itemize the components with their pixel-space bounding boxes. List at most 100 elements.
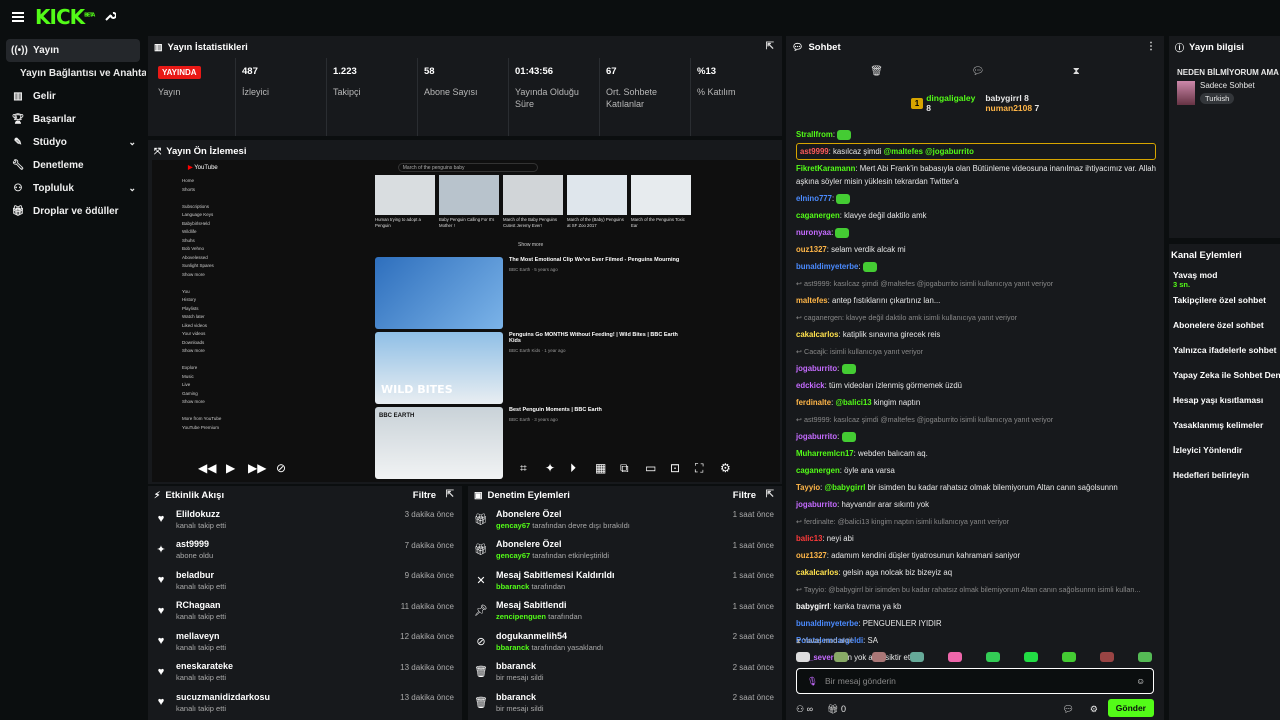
emote-icon[interactable] <box>910 652 924 662</box>
emote-icon[interactable] <box>1100 652 1114 662</box>
chat-message[interactable]: ferdinalte: @balici13 kingim naptın <box>796 394 1156 411</box>
mic-icon[interactable]: 🎙︎ <box>807 676 818 687</box>
chat-username[interactable]: Tayyio <box>796 483 820 492</box>
chat-message[interactable]: caganergen: öyle ana varsa <box>796 462 1156 479</box>
chapters-icon[interactable]: ▦ <box>595 461 606 475</box>
filter-button[interactable]: Filtre <box>413 490 436 501</box>
chat-message[interactable]: FikretKaramann: Mert Abi Frank'in babası… <box>796 160 1156 190</box>
chat-username[interactable]: bunaldimyeterbe <box>796 262 858 271</box>
more-icon[interactable]: ⋮ <box>1146 41 1156 52</box>
chat-username[interactable]: maltefes <box>796 296 828 305</box>
chat-reply-context[interactable]: ↩ Tayyio: @babygirrl bir isimden bu kada… <box>796 581 1156 598</box>
chat-reply-context[interactable]: ↩ ast9999: kasılcaz şimdi @maltefes @jog… <box>796 411 1156 428</box>
chat-message[interactable]: Strallfrom: <box>796 126 1156 143</box>
chat-message[interactable]: ouz1327: selam verdik alcak mi <box>796 241 1156 258</box>
sidebar-item-basarilar[interactable]: 🏆︎ Başarılar <box>6 108 140 131</box>
chat-username[interactable]: FikretKaramann <box>796 164 855 173</box>
emote-icon[interactable] <box>834 652 848 662</box>
channel-action-item[interactable]: İzleyici Yönlendir <box>1169 445 1280 470</box>
activity-row[interactable]: ♥ RChagaan kanalı takip etti 11 dakika ö… <box>148 596 462 627</box>
chat-message[interactable]: jogaburrito: hayvandır arar sıkıntı yok <box>796 496 1156 513</box>
chat-message[interactable]: ouz1327: adamım kendini düşler tiyatrosu… <box>796 547 1156 564</box>
chat-username[interactable]: cakalcarlos <box>796 330 838 339</box>
emote-icon[interactable] <box>1062 652 1076 662</box>
emote-icon[interactable] <box>796 652 810 662</box>
sidebar-item-topluluk[interactable]: ⚇ Topluluk ⌄ <box>6 177 140 200</box>
chat-username[interactable]: ouz1327 <box>796 551 827 560</box>
wrench-icon[interactable] <box>104 10 118 25</box>
channel-action-item[interactable]: Takipçilere özel sohbet <box>1169 295 1280 320</box>
chat-username[interactable]: ast9999 <box>800 147 829 156</box>
menu-icon[interactable] <box>12 12 24 22</box>
emote-icon[interactable] <box>1138 652 1152 662</box>
sidebar-item-denetleme[interactable]: 🔧︎ Denetleme <box>6 154 140 177</box>
activity-row[interactable]: ✦ ast9999 abone oldu 7 dakika önce <box>148 535 462 566</box>
chat-bubble-icon[interactable]: 💬︎ <box>971 66 984 77</box>
emoji-icon[interactable]: ☺ <box>1136 676 1145 686</box>
play-icon[interactable]: ▶ <box>226 461 235 475</box>
fullscreen-icon[interactable]: ⛶ <box>695 461 703 476</box>
chat-message[interactable]: bunaldimyeterbe: <box>796 258 1156 275</box>
chat-message[interactable]: cakalcarlos: katiplik sınavına girecek r… <box>796 326 1156 343</box>
channel-action-item[interactable]: Hedefleri belirleyin <box>1169 470 1280 495</box>
sidebar-item-yayin[interactable]: ((•)) Yayın <box>6 39 140 62</box>
miniplayer-icon[interactable]: ⧉ <box>620 461 629 476</box>
chat-message[interactable]: bunaldimyeterbe: PENGUENLER IYIDIR <box>796 615 1156 632</box>
play-circle-icon[interactable]: ⏵ <box>570 461 576 476</box>
popout-icon[interactable]: ⇱ <box>766 41 774 52</box>
chat-username[interactable]: ouz1327 <box>796 245 827 254</box>
chat-message[interactable]: caganergen: klavye değil daktilo amk <box>796 207 1156 224</box>
moderation-row[interactable]: 🗑︎ bbaranck bir mesajı sildi 2 saat önce <box>468 657 782 688</box>
rewind-icon[interactable]: ◀◀ <box>198 461 216 475</box>
channel-action-item[interactable]: Yalnızca ifadelerle sohbet <box>1169 345 1280 370</box>
chat-username[interactable]: elnino777 <box>796 194 832 203</box>
popout-icon[interactable]: ⇱ <box>766 489 774 500</box>
moderation-row[interactable]: ✕ Mesaj Sabitlemesi Kaldırıldı bbaranck … <box>468 565 782 596</box>
emote-icon[interactable] <box>1024 652 1038 662</box>
forward-icon[interactable]: ▶▶ <box>248 461 266 475</box>
chat-message[interactable]: maltefes: antep fıstıklarını çıkartınız … <box>796 292 1156 309</box>
chat-username[interactable]: caganergen <box>796 211 840 220</box>
emote-icon[interactable] <box>948 652 962 662</box>
chat-reply-context[interactable]: ↩ ast9999: kasılcaz şimdi @maltefes @jog… <box>796 275 1156 292</box>
chat-message[interactable]: balic13: neyi abi <box>796 530 1156 547</box>
chat-message[interactable]: cakalcarlos: gelsin aga nolcak biz bizey… <box>796 564 1156 581</box>
chat-username[interactable]: jogaburrito <box>796 364 837 373</box>
popout-icon[interactable]: ⇱ <box>446 489 454 500</box>
chat-username[interactable]: nuronyaa <box>796 228 831 237</box>
activity-row[interactable]: ♥ beladbur kanalı takip etti 9 dakika ön… <box>148 565 462 596</box>
moderation-row[interactable]: 🎁︎ Abonelere Özel gencay67 tarafından de… <box>468 504 782 535</box>
sidebar-item-droplar[interactable]: 🎁︎ Droplar ve ödüller <box>6 200 140 223</box>
chat-message[interactable]: ast9999: kasılcaz şimdi @maltefes @jogab… <box>796 143 1156 160</box>
sidebar-item-studyo[interactable]: ✎ Stüdyo ⌄ <box>6 131 140 154</box>
emote-icon[interactable] <box>986 652 1000 662</box>
send-button[interactable]: Gönder <box>1107 699 1154 717</box>
chat-username[interactable]: Muharremlcn17 <box>796 449 854 458</box>
mute-icon[interactable]: ⊘ <box>276 461 286 475</box>
chat-input[interactable]: 🎙︎ Bir mesaj gönderin ☺ <box>796 668 1154 694</box>
chat-message[interactable]: jogaburrito: <box>796 360 1156 377</box>
gear-icon[interactable]: ⚙ <box>1090 704 1098 715</box>
chat-message[interactable]: nuronyaa: <box>796 224 1156 241</box>
chat-message[interactable]: babygirrl: kanka travma ya kb <box>796 598 1156 615</box>
activity-row[interactable]: ♥ eneskarateke kanalı takip etti 13 daki… <box>148 657 462 688</box>
filter-button[interactable]: Filtre <box>733 490 756 501</box>
chat-settings-bubble-icon[interactable]: 💬︎ <box>1063 704 1074 715</box>
channel-action-item[interactable]: Hesap yaşı kısıtlaması <box>1169 395 1280 420</box>
points-icon[interactable]: ⚇ ∞ <box>796 704 813 715</box>
activity-row[interactable]: ♥ sucuzmanidizdarkosu kanalı takip etti … <box>148 687 462 718</box>
chat-username[interactable]: edckick <box>796 381 825 390</box>
sidebar-item-gelir[interactable]: ▥ Gelir <box>6 85 140 108</box>
chevron-down-icon[interactable]: ⌄ <box>128 137 136 148</box>
sparkle-icon[interactable]: ✦ <box>545 461 555 475</box>
chat-username[interactable]: ferdinalte <box>796 398 831 407</box>
emote-icon[interactable] <box>872 652 886 662</box>
cast-icon[interactable]: ⊡ <box>670 461 680 475</box>
settings-icon[interactable]: ⚙ <box>720 461 731 475</box>
activity-row[interactable]: ♥ Elildokuzz kanalı takip etti 3 dakika … <box>148 504 462 535</box>
chat-reply-context[interactable]: ↩ Cacajk: isimli kullanıcıya yanıt veriy… <box>796 343 1156 360</box>
chat-message[interactable]: edckick: tüm videoları izlenmiş görmemek… <box>796 377 1156 394</box>
kick-logo[interactable]: KICKBETA <box>35 5 95 29</box>
channel-action-item[interactable]: Yavaş mod 3 sn. <box>1169 270 1280 295</box>
chat-mention[interactable]: @balici13 <box>835 398 871 407</box>
